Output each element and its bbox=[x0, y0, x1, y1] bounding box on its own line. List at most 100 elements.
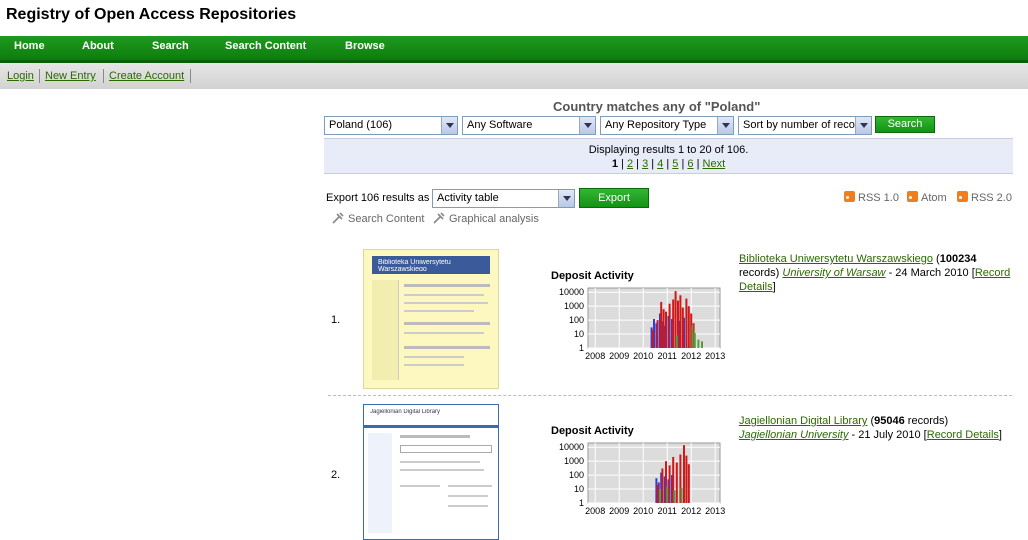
software-select[interactable]: Any Software bbox=[462, 116, 596, 135]
search-button[interactable]: Search bbox=[875, 116, 935, 133]
search-content-tool[interactable]: Search Content bbox=[332, 212, 424, 225]
thumb-line bbox=[400, 461, 480, 463]
x-tick-label: 2011 bbox=[658, 506, 677, 516]
chart-bar bbox=[681, 307, 684, 348]
separator bbox=[103, 69, 104, 83]
deposit-activity-chart: 1 10 100 1000 10000 2008 2009 2010 2011 2012 2013 bbox=[559, 442, 725, 516]
rss-icon bbox=[844, 191, 855, 202]
y-tick-label: 100 bbox=[569, 470, 584, 480]
page-6-link[interactable]: 6 bbox=[687, 158, 693, 170]
thumb-line bbox=[404, 364, 464, 366]
record-details-link[interactable]: Record Details bbox=[927, 429, 999, 441]
rss1-link[interactable]: RSS 1.0 bbox=[844, 191, 899, 204]
atom-link[interactable]: Atom bbox=[907, 191, 947, 204]
chart-bar bbox=[693, 332, 696, 348]
thumb-title: Biblioteka Uniwersytetu Warszawskiego bbox=[378, 259, 451, 271]
thumb-title: Jagiellonian Digital Library bbox=[370, 409, 441, 415]
page-5-link[interactable]: 5 bbox=[672, 158, 678, 170]
nav-home[interactable]: Home bbox=[14, 40, 45, 52]
repository-type-select[interactable]: Any Repository Type bbox=[600, 116, 734, 135]
page-1: 1 bbox=[611, 158, 618, 170]
thumb-line bbox=[448, 485, 492, 487]
nav-browse[interactable]: Browse bbox=[345, 40, 385, 52]
nav-search-content[interactable]: Search Content bbox=[225, 40, 306, 52]
chevron-down-icon bbox=[441, 117, 457, 134]
thumb-line bbox=[404, 356, 464, 358]
results-summary: Displaying results 1 to 20 of 106. 1 | 2… bbox=[324, 138, 1013, 174]
y-tick-label: 100 bbox=[569, 315, 584, 325]
nav-about[interactable]: About bbox=[82, 40, 114, 52]
record-info: Jagiellonian Digital Library (95046 reco… bbox=[739, 415, 1002, 441]
thumb-line bbox=[448, 505, 488, 507]
chart-bar bbox=[675, 335, 678, 348]
chart-bar bbox=[660, 301, 663, 348]
x-tick-label: 2008 bbox=[585, 351, 605, 361]
repository-name-link[interactable]: Jagiellonian Digital Library bbox=[739, 415, 867, 427]
login-link[interactable]: Login bbox=[7, 70, 34, 82]
chart-bar bbox=[683, 445, 685, 503]
record-index: 2. bbox=[331, 469, 341, 481]
new-entry-link[interactable]: New Entry bbox=[45, 70, 96, 82]
chevron-down-icon bbox=[855, 117, 871, 134]
chart-bar bbox=[668, 465, 671, 503]
export-format-select[interactable]: Activity table bbox=[432, 189, 575, 208]
chart-bar bbox=[687, 464, 690, 503]
x-tick-label: 2012 bbox=[681, 506, 701, 516]
chart-bar bbox=[685, 455, 688, 503]
chart-bar bbox=[673, 490, 676, 503]
record-index: 1. bbox=[331, 314, 341, 326]
chart-bar bbox=[651, 329, 654, 348]
thumb-line bbox=[400, 435, 470, 438]
thumb-line bbox=[448, 495, 488, 497]
thumb-line bbox=[404, 294, 484, 296]
x-tick-label: 2009 bbox=[609, 506, 629, 516]
chart-bar bbox=[680, 487, 683, 503]
thumb-line bbox=[400, 485, 440, 487]
x-tick-label: 2010 bbox=[633, 506, 653, 516]
graphical-analysis-tool[interactable]: Graphical analysis bbox=[433, 212, 539, 225]
thumb-bar bbox=[364, 425, 498, 428]
record-info: Biblioteka Uniwersytetu Warszawskiego (1… bbox=[739, 253, 1011, 293]
tools-icon bbox=[433, 212, 445, 224]
thumb-line bbox=[404, 322, 490, 325]
pagination: 1 | 2 | 3 | 4 | 5 | 6 | Next bbox=[611, 158, 726, 170]
sort-select[interactable]: Sort by number of records bbox=[738, 116, 872, 135]
chart-bar bbox=[701, 341, 703, 348]
next-page-link[interactable]: Next bbox=[703, 158, 726, 170]
thumb-sidebar bbox=[372, 280, 399, 380]
repository-screenshot[interactable]: Biblioteka Uniwersytetu Warszawskiego bbox=[363, 249, 499, 389]
x-tick-label: 2011 bbox=[658, 351, 677, 361]
page-3-link[interactable]: 3 bbox=[642, 158, 648, 170]
x-tick-label: 2010 bbox=[633, 351, 653, 361]
chart-bar bbox=[662, 309, 665, 348]
x-tick-label: 2008 bbox=[585, 506, 605, 516]
export-label: Export 106 results as bbox=[326, 192, 430, 204]
page-4-link[interactable]: 4 bbox=[657, 158, 663, 170]
rss2-link[interactable]: RSS 2.0 bbox=[957, 191, 1012, 204]
x-tick-label: 2013 bbox=[705, 351, 725, 361]
divider bbox=[328, 395, 1012, 396]
chart-bar bbox=[656, 484, 659, 503]
repository-name-link[interactable]: Biblioteka Uniwersytetu Warszawskiego bbox=[739, 253, 933, 265]
chart-bar bbox=[661, 468, 664, 503]
thumb-line bbox=[404, 310, 474, 312]
page-2-link[interactable]: 2 bbox=[627, 158, 633, 170]
create-account-link[interactable]: Create Account bbox=[109, 70, 184, 82]
export-button[interactable]: Export bbox=[579, 188, 649, 208]
y-tick-label: 10 bbox=[574, 329, 584, 339]
country-select[interactable]: Poland (106) bbox=[324, 116, 458, 135]
y-tick-label: 1000 bbox=[564, 456, 584, 466]
user-bar: Login New Entry Create Account bbox=[0, 63, 1028, 89]
x-tick-label: 2009 bbox=[609, 351, 629, 361]
site-title: Registry of Open Access Repositories bbox=[6, 6, 297, 23]
institution-link[interactable]: Jagiellonian University bbox=[739, 429, 848, 441]
institution-link[interactable]: University of Warsaw bbox=[782, 267, 885, 279]
chart-bar bbox=[656, 320, 659, 348]
nav-search[interactable]: Search bbox=[152, 40, 189, 52]
chevron-down-icon bbox=[717, 117, 733, 134]
thumb-line bbox=[400, 469, 484, 471]
chart-bar bbox=[679, 295, 682, 348]
repository-screenshot[interactable]: Jagiellonian Digital Library bbox=[363, 404, 499, 540]
chart-bar bbox=[687, 306, 690, 348]
rss-icon bbox=[957, 191, 968, 202]
